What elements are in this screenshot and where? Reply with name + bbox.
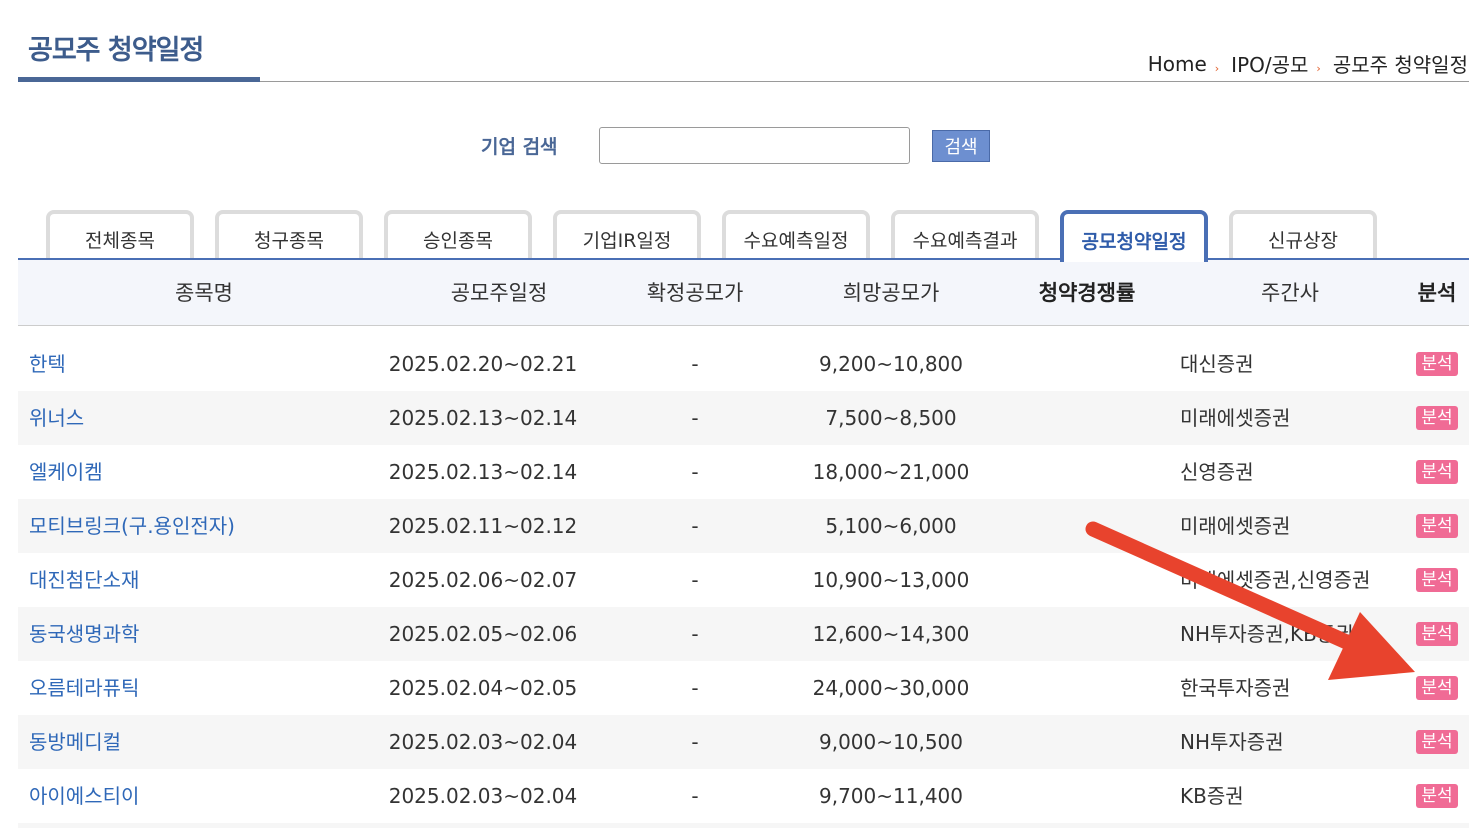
tab-demand-forecast-schedule[interactable]: 수요예측일정	[722, 210, 870, 260]
page-title: 공모주 청약일정	[28, 35, 204, 66]
desired-price: 24,000~30,000	[812, 676, 970, 700]
analysis-button[interactable]: 분석	[1416, 622, 1458, 646]
stock-name-link[interactable]: 모티브링크(구.용인전자)	[29, 499, 235, 553]
header-analysis: 분석	[1417, 281, 1457, 305]
underwriter: KB증권	[1180, 784, 1244, 808]
header-offering-schedule: 공모주일정	[450, 281, 548, 305]
tab-new-listings[interactable]: 신규상장	[1229, 210, 1377, 260]
company-search-input[interactable]	[599, 127, 910, 164]
offering-schedule: 2025.02.06~02.07	[388, 568, 578, 592]
confirmed-price: -	[691, 514, 699, 538]
table-row: 모티브링크(구.용인전자) 2025.02.11~02.12 - 5,100~6…	[18, 499, 1469, 553]
tab-all-stocks[interactable]: 전체종목	[46, 210, 194, 260]
breadcrumb: Home › IPO/공모 › 공모주 청약일정	[1148, 49, 1468, 78]
stock-name-link[interactable]: 엘케이켐	[29, 445, 103, 499]
analysis-button[interactable]: 분석	[1416, 730, 1458, 754]
header-underwriter: 주간사	[1261, 281, 1319, 305]
table-row: 오름테라퓨틱 2025.02.04~02.05 - 24,000~30,000 …	[18, 661, 1469, 715]
confirmed-price: -	[691, 460, 699, 484]
tab-demand-forecast-result[interactable]: 수요예측결과	[891, 210, 1039, 260]
offering-schedule: 2025.02.11~02.12	[388, 514, 578, 538]
desired-price: 10,900~13,000	[812, 568, 970, 592]
table-row: 위너스 2025.02.13~02.14 - 7,500~8,500 미래에셋증…	[18, 391, 1469, 445]
tab-subscription-schedule[interactable]: 공모청약일정	[1060, 210, 1208, 262]
analysis-button[interactable]: 분석	[1416, 676, 1458, 700]
confirmed-price: -	[691, 568, 699, 592]
underwriter: 신영증권	[1180, 460, 1254, 484]
header-stock-name: 종목명	[175, 281, 233, 305]
offering-schedule: 2025.02.03~02.04	[388, 784, 578, 808]
confirmed-price: -	[691, 730, 699, 754]
header-desired-price: 희망공모가	[842, 281, 940, 305]
breadcrumb-current: 공모주 청약일정	[1332, 53, 1468, 77]
analysis-button[interactable]: 분석	[1416, 460, 1458, 484]
offering-schedule: 2025.02.13~02.14	[388, 406, 578, 430]
search-button[interactable]: 검색	[932, 130, 990, 162]
desired-price: 9,000~10,500	[819, 730, 963, 754]
underwriter: NH투자증권	[1180, 730, 1284, 754]
desired-price: 7,500~8,500	[825, 406, 957, 430]
offering-schedule: 2025.02.03~02.04	[388, 730, 578, 754]
tab-filed-stocks[interactable]: 청구종목	[215, 210, 363, 260]
analysis-button[interactable]: 분석	[1416, 514, 1458, 538]
offering-schedule: 2025.02.04~02.05	[388, 676, 578, 700]
analysis-button[interactable]: 분석	[1416, 784, 1458, 808]
confirmed-price: -	[691, 676, 699, 700]
table-row: 동방메디컬 2025.02.03~02.04 - 9,000~10,500 NH…	[18, 715, 1469, 769]
confirmed-price: -	[691, 406, 699, 430]
table-row: 엘케이켐 2025.02.13~02.14 - 18,000~21,000 신영…	[18, 445, 1469, 499]
analysis-button[interactable]: 분석	[1416, 406, 1458, 430]
tab-company-ir[interactable]: 기업IR일정	[553, 210, 701, 260]
offering-schedule: 2025.02.13~02.14	[388, 460, 578, 484]
table-row: 아이에스티이 2025.02.03~02.04 - 9,700~11,400 K…	[18, 769, 1469, 823]
tab-approved-stocks[interactable]: 승인종목	[384, 210, 532, 260]
stock-name-link[interactable]: 위너스	[29, 391, 84, 445]
analysis-button[interactable]: 분석	[1416, 568, 1458, 592]
analysis-button[interactable]: 분석	[1416, 352, 1458, 376]
table-row-partial	[18, 823, 1469, 828]
stock-name-link[interactable]: 아이에스티이	[29, 769, 139, 823]
underwriter: NH투자증권,KB증권	[1180, 622, 1354, 646]
company-search-label: 기업 검색	[481, 136, 558, 158]
stock-name-link[interactable]: 한텍	[29, 337, 66, 391]
confirmed-price: -	[691, 784, 699, 808]
table-row: 한텍 2025.02.20~02.21 - 9,200~10,800 대신증권 …	[18, 337, 1469, 391]
title-underline-accent	[18, 77, 260, 82]
underwriter: 대신증권	[1180, 352, 1254, 376]
underwriter: 한국투자증권	[1180, 676, 1291, 700]
table-row: 동국생명과학 2025.02.05~02.06 - 12,600~14,300 …	[18, 607, 1469, 661]
desired-price: 12,600~14,300	[812, 622, 970, 646]
desired-price: 9,200~10,800	[819, 352, 963, 376]
header-competition-rate[interactable]: 청약경쟁률	[1039, 260, 1136, 326]
offering-schedule: 2025.02.05~02.06	[388, 622, 578, 646]
underwriter: 미래에셋증권	[1180, 514, 1291, 538]
stock-name-link[interactable]: 오름테라퓨틱	[29, 661, 139, 715]
stock-name-link[interactable]: 대진첨단소재	[29, 553, 139, 607]
breadcrumb-home-link[interactable]: Home	[1148, 52, 1207, 76]
underwriter: 미래에셋증권	[1180, 406, 1291, 430]
breadcrumb-separator-icon: ›	[1214, 62, 1220, 75]
desired-price: 9,700~11,400	[819, 784, 963, 808]
table-row: 대진첨단소재 2025.02.06~02.07 - 10,900~13,000 …	[18, 553, 1469, 607]
confirmed-price: -	[691, 622, 699, 646]
desired-price: 5,100~6,000	[825, 514, 957, 538]
stock-name-link[interactable]: 동국생명과학	[29, 607, 139, 661]
table-header: 종목명 공모주일정 확정공모가 희망공모가 청약경쟁률 주간사 분석	[18, 260, 1469, 326]
offering-schedule: 2025.02.20~02.21	[388, 352, 578, 376]
breadcrumb-separator-icon: ›	[1316, 62, 1321, 75]
stock-name-link[interactable]: 동방메디컬	[29, 715, 121, 769]
breadcrumb-ipo-link[interactable]: IPO/공모	[1231, 49, 1308, 78]
underwriter: 미래에셋증권,신영증권	[1180, 568, 1371, 592]
header-confirmed-price: 확정공모가	[646, 281, 744, 305]
desired-price: 18,000~21,000	[812, 460, 970, 484]
confirmed-price: -	[691, 352, 699, 376]
